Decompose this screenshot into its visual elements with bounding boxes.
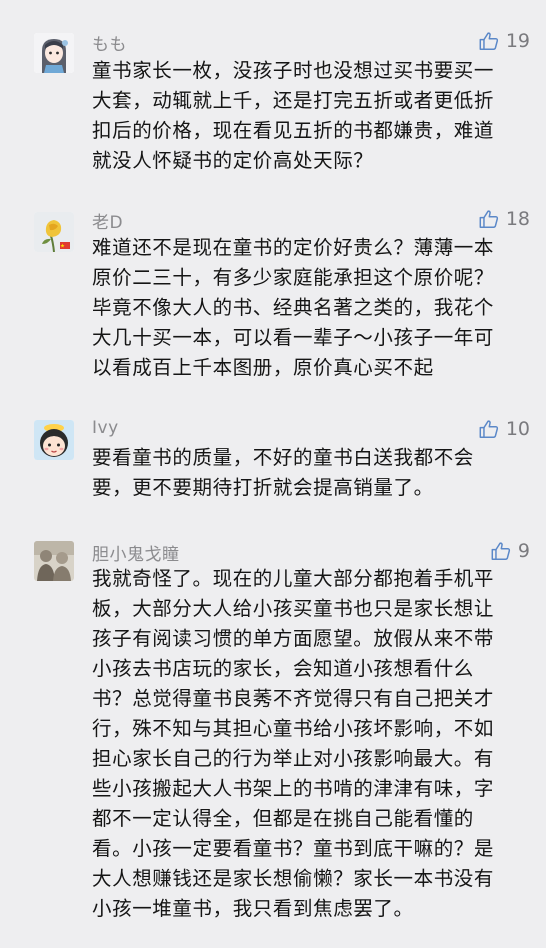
comment-line: 孩子有阅读习惯的单方面愿望。放假从来不带 xyxy=(92,627,495,650)
comment-line: 看。小孩一定要看童书？童书到底干嘛的？是 xyxy=(92,837,495,860)
like-button[interactable]: 9 xyxy=(490,540,530,562)
comment-item: 胆小鬼戈瞳 9 我就奇怪了。现在的儿童大部分都抱着手机平 板，大部分大人给小孩买… xyxy=(0,0,546,948)
comment-author: 胆小鬼戈瞳 xyxy=(92,545,180,565)
comment-line: 担心家长自己的行为举止对小孩影响最大。有 xyxy=(92,747,495,770)
comment-line: 我就奇怪了。现在的儿童大部分都抱着手机平 xyxy=(92,567,495,590)
avatar[interactable] xyxy=(34,541,74,581)
like-count: 9 xyxy=(517,540,530,562)
comment-line: 些小孩搬起大人书架上的书啃的津津有味，字 xyxy=(92,777,495,800)
comment-line: 行，殊不知与其担心童书给小孩坏影响，不如 xyxy=(92,717,495,740)
comment-line: 小孩去书店玩的家长，会知道小孩想看什么 xyxy=(92,657,474,680)
photo-avatar-icon xyxy=(34,541,74,581)
comment-text: 我就奇怪了。现在的儿童大部分都抱着手机平 板，大部分大人给小孩买童书也只是家长想… xyxy=(92,564,532,924)
thumbs-up-icon xyxy=(491,542,510,560)
comment-line: 书？总觉得童书良莠不齐觉得只有自己把关才 xyxy=(92,687,495,710)
comment-line: 都不一定认得全，但都是在挑自己能看懂的 xyxy=(92,807,474,830)
comment-line: 大人想赚钱还是家长想偷懒？家长一本书没有 xyxy=(92,867,495,890)
comment-line: 板，大部分大人给小孩买童书也只是家长想让 xyxy=(92,597,495,620)
comment-line: 小孩一堆童书，我只看到焦虑罢了。 xyxy=(92,897,414,920)
